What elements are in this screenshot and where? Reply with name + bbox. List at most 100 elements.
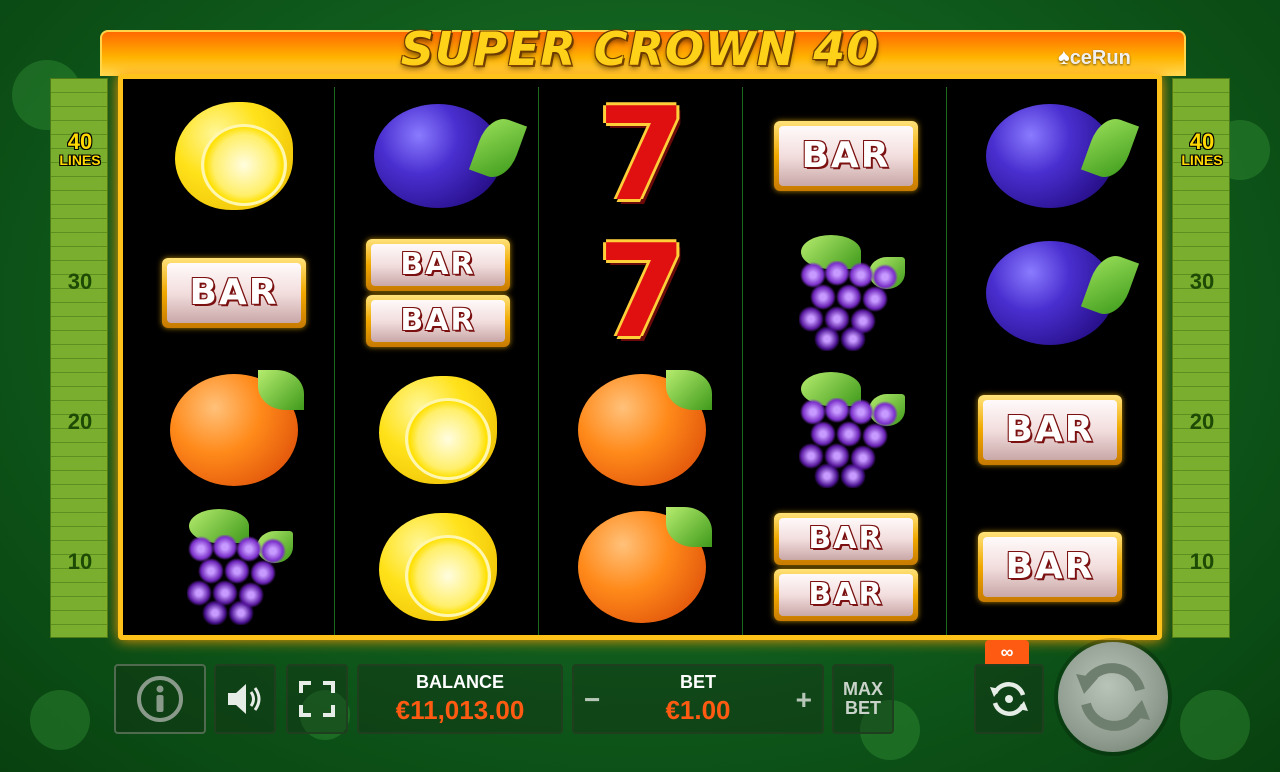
reel-4: BAR BAR BAR <box>743 87 947 635</box>
reel-cell <box>539 361 745 498</box>
autoplay-icon <box>990 682 1028 716</box>
bar-tile: BAR <box>366 238 510 291</box>
line-tick-30: 30 <box>1189 269 1215 294</box>
reel-cell: BAR BAR <box>743 498 949 635</box>
double-bar-symbol: BAR BAR <box>774 512 918 621</box>
bar-symbol: BAR <box>978 394 1122 465</box>
spade-icon: ♠ <box>1058 44 1070 69</box>
brand-logo: ♠ceRun <box>1058 44 1131 70</box>
bar-tile: BAR <box>366 294 510 347</box>
info-button[interactable] <box>114 664 206 734</box>
max-bet-line1: MAX <box>843 679 883 700</box>
reel-cell <box>335 498 541 635</box>
bar-text: BAR <box>371 299 505 342</box>
reel-1: BAR <box>131 87 335 635</box>
reel-frame: BAR BAR BAR 7 7 BAR BAR BAR BAR BAR <box>118 74 1162 640</box>
line-meter-right: 40 LINES 30 20 10 <box>1172 78 1230 638</box>
bar-text: BAR <box>779 125 913 186</box>
reel-cell: 7 <box>539 87 745 224</box>
reel-cell: BAR <box>947 361 1153 498</box>
balance-value: €11,013.00 <box>395 695 525 725</box>
bet-value: €1.00 <box>665 695 731 725</box>
bar-text: BAR <box>371 243 505 286</box>
reel-cell: BAR <box>743 87 949 224</box>
reel-cell <box>947 87 1153 224</box>
line-meter-left: 40 LINES 30 20 10 <box>50 78 108 638</box>
bar-text: BAR <box>983 536 1117 597</box>
bar-symbol: BAR <box>774 120 918 191</box>
autoplay-infinity-badge: ∞ <box>985 640 1029 666</box>
grapes-symbol <box>781 371 911 488</box>
orange-symbol <box>170 369 304 486</box>
sound-button[interactable] <box>214 664 276 734</box>
seven-symbol: 7 <box>597 217 687 367</box>
line-tick-30: 30 <box>67 269 93 294</box>
reel-2: BAR BAR <box>335 87 539 635</box>
balance-label: BALANCE <box>416 672 504 692</box>
double-bar-symbol: BAR BAR <box>366 238 510 347</box>
bet-increase-button[interactable]: + <box>796 684 812 716</box>
reel-cell <box>131 498 337 635</box>
lemon-symbol <box>379 375 497 484</box>
plum-symbol <box>986 240 1114 345</box>
seven-symbol: 7 <box>597 80 687 230</box>
bar-tile: BAR <box>774 568 918 621</box>
lemon-symbol <box>175 101 293 210</box>
reel-cell <box>743 224 949 361</box>
clover-decoration <box>30 690 90 750</box>
spin-icon <box>1076 663 1150 731</box>
plum-symbol <box>986 103 1114 208</box>
reel-cell <box>131 361 337 498</box>
balance-panel: BALANCE €11,013.00 <box>357 664 563 734</box>
grapes-symbol <box>169 508 299 625</box>
bar-tile: BAR <box>774 512 918 565</box>
bet-panel: − BET €1.00 + <box>572 664 824 734</box>
lines-word: LINES <box>59 152 101 168</box>
bar-text: BAR <box>167 262 301 323</box>
orange-symbol <box>578 369 712 486</box>
speaker-icon <box>228 684 261 714</box>
info-icon <box>137 676 183 722</box>
reel-cell: BAR BAR <box>335 224 541 361</box>
reel-cell <box>131 87 337 224</box>
autoplay-button[interactable] <box>974 664 1044 734</box>
reel-cell <box>947 224 1153 361</box>
reel-5: BAR BAR <box>947 87 1151 635</box>
reel-3: 77 <box>539 87 743 635</box>
bet-label: BET <box>680 672 716 692</box>
lines-word: LINES <box>1181 152 1223 168</box>
reel-cell: BAR <box>131 224 337 361</box>
spin-button[interactable] <box>1058 642 1168 752</box>
lines-indicator-right: 40 LINES <box>1173 129 1231 168</box>
lines-count: 40 <box>1189 129 1215 154</box>
line-tick-10: 10 <box>1189 549 1215 574</box>
brand-name: ceRun <box>1069 47 1131 69</box>
fullscreen-button[interactable] <box>286 664 348 734</box>
lines-count: 40 <box>67 129 93 154</box>
bar-symbol: BAR <box>162 257 306 328</box>
bet-decrease-button[interactable]: − <box>584 684 600 716</box>
reel-cell: BAR <box>947 498 1153 635</box>
bar-text: BAR <box>779 573 913 616</box>
max-bet-button[interactable]: MAX BET <box>832 664 894 734</box>
line-tick-10: 10 <box>67 549 93 574</box>
reel-cell <box>335 87 541 224</box>
line-tick-20: 20 <box>67 409 93 434</box>
bar-text: BAR <box>983 399 1117 460</box>
orange-symbol <box>578 506 712 623</box>
lemon-symbol <box>379 512 497 621</box>
reel-cell <box>335 361 541 498</box>
bar-text: BAR <box>779 517 913 560</box>
lines-indicator-left: 40 LINES <box>51 129 109 168</box>
fullscreen-icon <box>299 681 335 717</box>
grapes-symbol <box>781 234 911 351</box>
clover-decoration <box>1180 690 1250 760</box>
reel-grid: BAR BAR BAR 7 7 BAR BAR BAR BAR BAR <box>131 87 1151 635</box>
reel-cell <box>539 498 745 635</box>
reel-cell: 7 <box>539 224 745 361</box>
plum-symbol <box>374 103 502 208</box>
max-bet-line2: BET <box>845 698 881 718</box>
reel-cell <box>743 361 949 498</box>
bar-symbol: BAR <box>978 531 1122 602</box>
line-tick-20: 20 <box>1189 409 1215 434</box>
